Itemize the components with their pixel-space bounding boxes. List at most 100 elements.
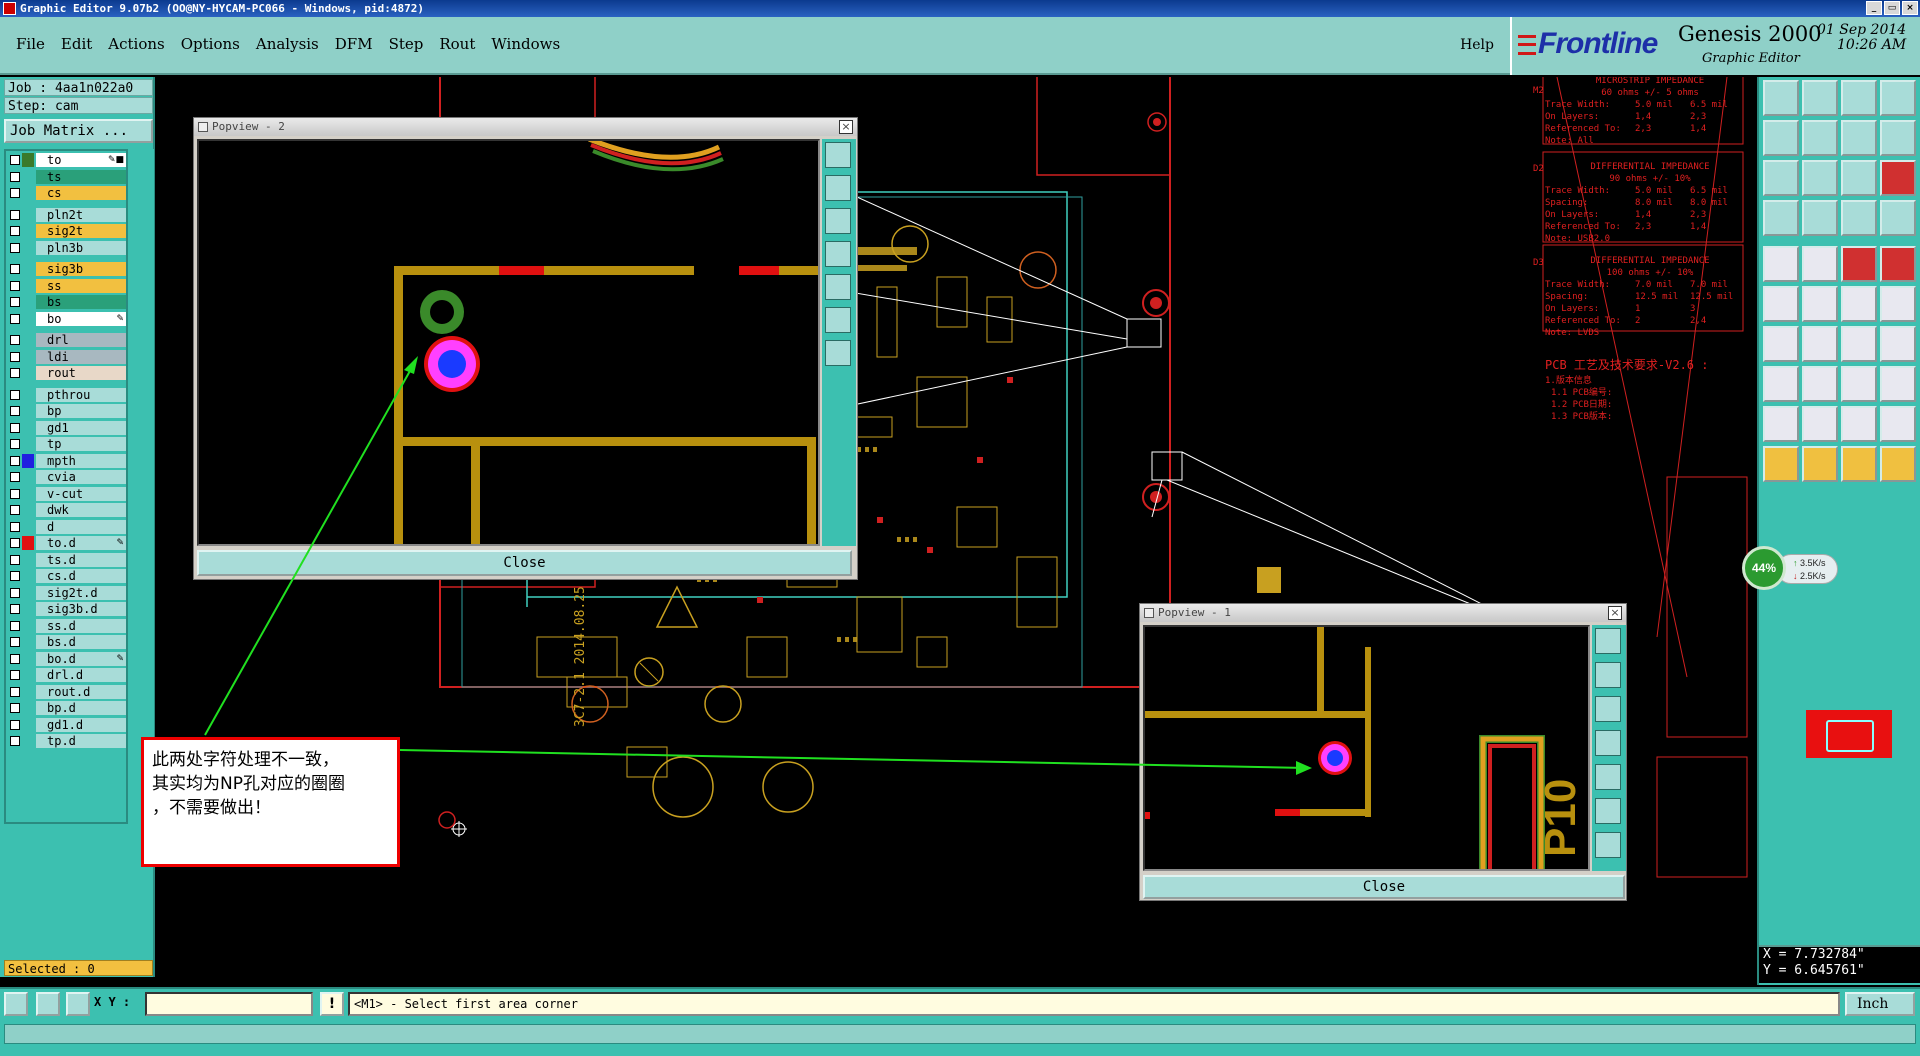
cursor-icon[interactable] (1763, 446, 1799, 482)
layer-checkbox[interactable] (10, 406, 20, 416)
layer-row-sig3b[interactable]: sig3b (8, 262, 126, 276)
layer-row-pln3b[interactable]: pln3b (8, 240, 126, 255)
popview-2-titlebar[interactable]: Popview - 2 × (194, 118, 857, 136)
layer-row-bs-d[interactable]: bs.d (8, 635, 126, 649)
zoom-fit-icon[interactable] (1880, 80, 1916, 116)
layer-checkbox[interactable] (10, 335, 20, 345)
popview-pan-down-icon[interactable] (1595, 696, 1621, 722)
layer-row-mpth[interactable]: mpth (8, 453, 126, 468)
arc-icon[interactable] (1802, 326, 1838, 362)
triangle-icon[interactable] (1763, 406, 1799, 442)
layer-row-bp[interactable]: bp (8, 404, 126, 418)
alert-button[interactable]: ! (320, 992, 344, 1016)
del-node-icon[interactable] (1880, 286, 1916, 322)
select-box-icon[interactable] (1802, 246, 1838, 282)
layer-checkbox[interactable] (10, 264, 20, 274)
menu-dfm[interactable]: DFM (327, 35, 381, 53)
layer-row-bp-d[interactable]: bp.d (8, 701, 126, 715)
popview-1-window[interactable]: Popview - 1 × P10 Close (1139, 603, 1627, 901)
menu-actions[interactable]: Actions (100, 35, 172, 53)
layer-checkbox[interactable] (10, 521, 20, 532)
add-node-icon[interactable] (1841, 286, 1877, 322)
network-speed-widget[interactable]: ↑ 3.5K/s ↓ 2.5K/s 44% (1742, 546, 1842, 590)
layer-row-dwk[interactable]: dwk (8, 503, 126, 517)
pan-up-icon[interactable] (1841, 120, 1877, 156)
grid-icon[interactable] (1763, 200, 1799, 236)
popview-1-view[interactable]: P10 (1143, 625, 1590, 871)
minimize-button[interactable]: _ (1866, 1, 1882, 15)
polygon-2-icon[interactable] (1880, 406, 1916, 442)
layer-checkbox[interactable] (10, 488, 20, 499)
pan-down-icon[interactable] (1880, 120, 1916, 156)
menu-file[interactable]: File (8, 35, 53, 53)
layer-row-drl-d[interactable]: drl.d (8, 668, 126, 682)
layer-checkbox[interactable] (10, 280, 20, 291)
layer-row-sig2t[interactable]: sig2t (8, 224, 126, 238)
target-icon[interactable] (1880, 246, 1916, 282)
connect-icon[interactable] (1763, 286, 1799, 322)
zoom-in-icon[interactable] (1763, 160, 1799, 196)
layer-checkbox[interactable] (10, 226, 20, 236)
zoom-out-icon[interactable] (1802, 160, 1838, 196)
layer-checkbox[interactable] (10, 389, 20, 400)
popview-1-close-x-button[interactable]: × (1608, 606, 1622, 620)
layer-row-drl[interactable]: drl (8, 333, 126, 347)
popview-pan-up-icon[interactable] (825, 175, 851, 201)
polygon-icon[interactable] (1841, 406, 1877, 442)
layer-row-v-cut[interactable]: v-cut (8, 486, 126, 501)
layer-row-rout-d[interactable]: rout.d (8, 684, 126, 699)
layer-checkbox[interactable] (10, 155, 20, 165)
units-selector[interactable]: Inch (1845, 992, 1915, 1016)
menu-edit[interactable]: Edit (53, 35, 100, 53)
layer-row-ldi[interactable]: ldi (8, 349, 126, 364)
popview-1-titlebar[interactable]: Popview - 1 × (1140, 604, 1626, 622)
layer-checkbox[interactable] (10, 620, 20, 631)
layer-row-tp-d[interactable]: tp.d (8, 734, 126, 748)
popview-2-close-button[interactable]: Close (197, 550, 852, 576)
layer-row-bo-d[interactable]: bo.d ✎ (8, 651, 126, 666)
measure-icon[interactable] (1802, 200, 1838, 236)
cursor-3-icon[interactable] (1841, 446, 1877, 482)
menu-analysis[interactable]: Analysis (248, 35, 327, 53)
layer-checkbox[interactable] (10, 571, 20, 581)
layer-row-tp[interactable]: tp (8, 437, 126, 451)
popview-zoom-home-icon[interactable] (825, 142, 851, 168)
layer-checkbox[interactable] (10, 604, 20, 614)
layer-checkbox[interactable] (10, 637, 20, 647)
layer-checkbox[interactable] (10, 242, 20, 253)
layer-checkbox[interactable] (10, 368, 20, 378)
window-title-bar[interactable]: Graphic Editor 9.07b2 (OO@NY-HYCAM-PC066… (0, 0, 1920, 17)
popview-pan-right-icon[interactable] (825, 274, 851, 300)
resize-icon[interactable] (1841, 366, 1877, 402)
layer-checkbox[interactable] (10, 703, 20, 713)
layer-row-bs[interactable]: bs (8, 295, 126, 309)
rotate-icon[interactable] (1841, 326, 1877, 362)
layer-row-bo[interactable]: bo ✎ (8, 311, 126, 326)
pan-right-icon[interactable] (1802, 120, 1838, 156)
popview-pan-up-icon[interactable] (1595, 662, 1621, 688)
layer-row-gd1-d[interactable]: gd1.d (8, 717, 126, 732)
move-icon[interactable] (1802, 366, 1838, 402)
restore-button[interactable]: ▭ (1884, 1, 1900, 15)
scale-icon[interactable] (1841, 160, 1877, 196)
layer-row-cs[interactable]: cs (8, 186, 126, 200)
popview-pan-right-icon[interactable] (1595, 764, 1621, 790)
layer-checkbox[interactable] (10, 472, 20, 482)
menu-options[interactable]: Options (173, 35, 248, 53)
layer-checkbox[interactable] (10, 719, 20, 730)
close-window-button[interactable]: × (1902, 1, 1918, 15)
layer-row-ss[interactable]: ss (8, 278, 126, 293)
open-icon[interactable] (1763, 80, 1799, 116)
grid-tool-icon[interactable] (66, 992, 90, 1016)
layer-row-cs-d[interactable]: cs.d (8, 569, 126, 583)
pan-left-icon[interactable] (1763, 120, 1799, 156)
layer-row-ts-d[interactable]: ts.d (8, 552, 126, 567)
measure-2-icon[interactable] (1880, 200, 1916, 236)
layer-row-d[interactable]: d (8, 519, 126, 534)
layer-checkbox[interactable] (10, 171, 20, 182)
layers-icon[interactable] (1841, 200, 1877, 236)
popview-pan-left-icon[interactable] (825, 241, 851, 267)
layer-row-to[interactable]: to ✎■ (8, 153, 126, 167)
arc-2-icon[interactable] (1802, 406, 1838, 442)
snap-tool-icon[interactable] (4, 992, 28, 1016)
